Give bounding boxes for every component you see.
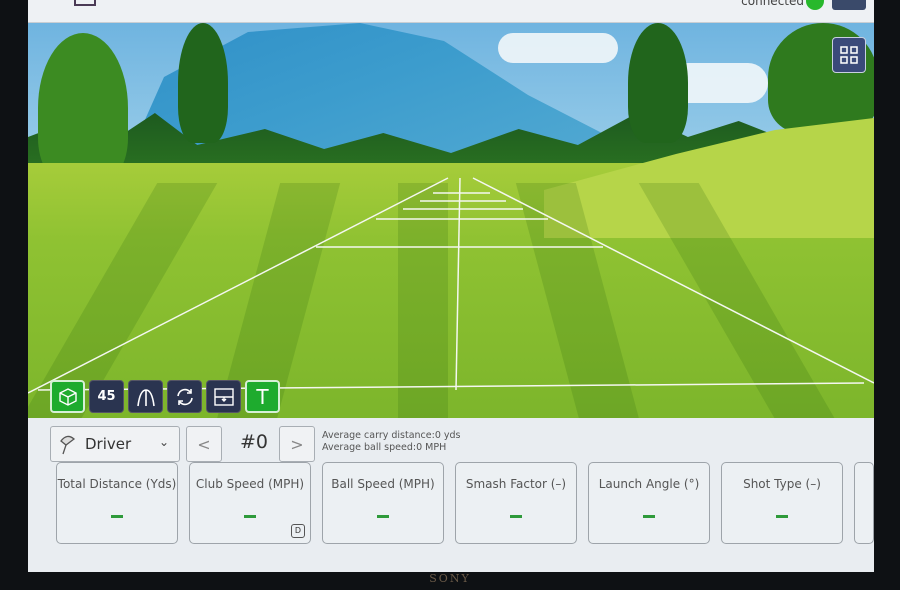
average-ball-speed: Average ball speed:0 MPH	[322, 442, 447, 453]
metric-cards: Total Distance (Yds) Club Speed (MPH) D …	[56, 462, 874, 544]
tee-icon: T	[256, 384, 269, 409]
metric-card-smash-factor[interactable]: Smash Factor (–)	[455, 462, 577, 544]
angle-45-button[interactable]: 45	[89, 380, 124, 413]
app-screen: connected 45 T Driver ⌄ < #0 > Average c…	[28, 0, 874, 572]
metric-card-more[interactable]	[854, 462, 874, 544]
top-bar: connected	[28, 0, 874, 23]
driver-badge: D	[291, 524, 305, 538]
cube-3d-icon	[58, 387, 77, 406]
prev-shot-button[interactable]: <	[186, 426, 222, 462]
3d-view-button[interactable]	[50, 380, 85, 413]
metric-card-club-speed[interactable]: Club Speed (MPH) D	[189, 462, 311, 544]
average-carry: Average carry distance:0 yds	[322, 430, 461, 441]
refresh-icon	[176, 388, 193, 405]
metric-title: Smash Factor (–)	[465, 477, 567, 491]
connection-indicator-icon	[806, 0, 824, 10]
metric-value-empty	[377, 515, 389, 518]
refresh-button[interactable]	[167, 380, 202, 413]
angle-label: 45	[97, 389, 116, 404]
metric-title: Shot Type (–)	[743, 477, 821, 491]
metric-value-empty	[643, 515, 655, 518]
grid-center-line	[455, 177, 461, 391]
metric-title: Ball Speed (MPH)	[331, 477, 435, 491]
metric-title: Total Distance (Yds)	[57, 477, 177, 491]
chevron-right-icon: >	[290, 434, 304, 454]
split-screen-button[interactable]	[206, 380, 241, 413]
metric-value-empty	[244, 515, 256, 518]
club-selector[interactable]: Driver ⌄	[50, 426, 180, 462]
metric-card-ball-speed[interactable]: Ball Speed (MPH)	[322, 462, 444, 544]
shot-data-panel: Driver ⌄ < #0 > Average carry distance:0…	[28, 418, 874, 572]
metric-value-empty	[510, 515, 522, 518]
metric-card-launch-angle[interactable]: Launch Angle (°)	[588, 462, 710, 544]
monitor-brand: SONY	[429, 572, 471, 585]
metric-card-total-distance[interactable]: Total Distance (Yds)	[56, 462, 178, 544]
grid-icon	[840, 46, 858, 64]
next-shot-button[interactable]: >	[279, 426, 315, 462]
chevron-left-icon: <	[197, 434, 211, 454]
metric-value-empty	[776, 515, 788, 518]
club-name: Driver	[85, 435, 132, 453]
camera-toolbar: 45 T	[50, 380, 280, 413]
range-view: 45 T	[28, 23, 874, 418]
menu-button[interactable]	[832, 0, 866, 10]
window-icon[interactable]	[74, 0, 96, 6]
grid-right-edge	[472, 177, 874, 384]
trajectory-button[interactable]	[128, 380, 163, 413]
averages: Average carry distance:0 yds Average bal…	[322, 430, 460, 454]
metric-card-shot-type[interactable]: Shot Type (–)	[721, 462, 843, 544]
view-toggle-button[interactable]	[832, 37, 866, 73]
shot-number: #0	[240, 431, 269, 453]
chevron-down-icon: ⌄	[158, 435, 169, 449]
connection-status: connected	[741, 0, 804, 8]
grid-left-edge	[28, 177, 449, 394]
split-screen-icon	[213, 387, 234, 406]
golf-club-icon	[60, 435, 76, 455]
metric-title: Launch Angle (°)	[598, 477, 700, 491]
target-grid	[28, 177, 874, 394]
tee-button[interactable]: T	[245, 380, 280, 413]
metric-value-empty	[111, 515, 123, 518]
trajectory-icon	[136, 388, 155, 406]
metric-title: Club Speed (MPH)	[195, 477, 305, 491]
